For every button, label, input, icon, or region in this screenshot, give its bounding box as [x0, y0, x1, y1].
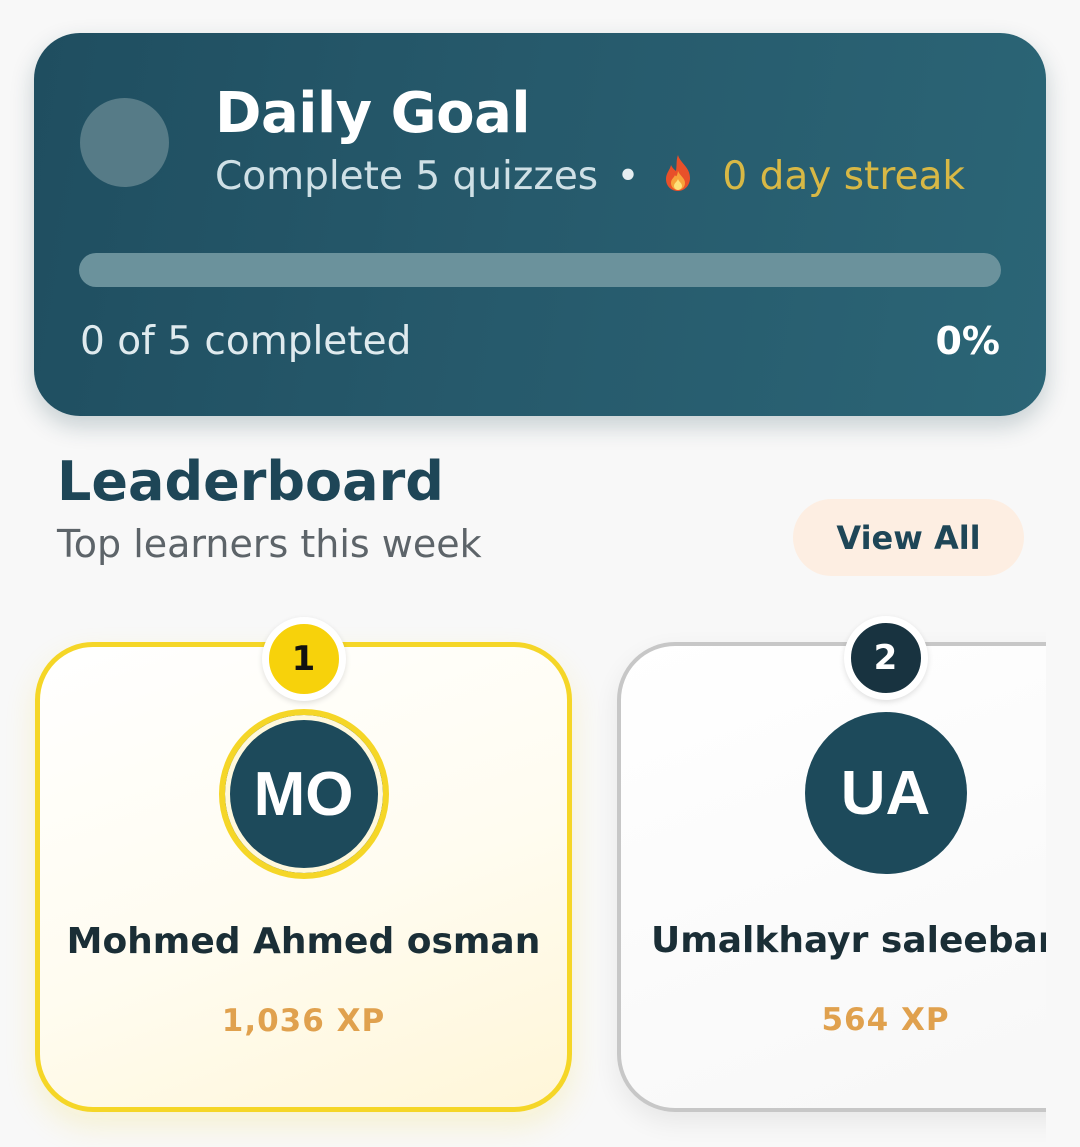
leaderboard-subtitle: Top learners this week: [57, 522, 482, 566]
rank-badge: 2: [843, 616, 928, 700]
leaderboard-title: Leaderboard: [57, 450, 444, 513]
streak-text: 0 day streak: [722, 154, 965, 199]
fire-icon: [665, 155, 690, 191]
daily-goal-title: Daily Goal: [215, 81, 531, 146]
goal-icon-placeholder: [80, 98, 169, 187]
view-all-button[interactable]: View All: [793, 499, 1024, 576]
learner-name: Umalkhayr saleeban: [651, 920, 1046, 961]
goal-description: Complete 5 quizzes: [215, 154, 599, 199]
learner-xp: 564 XP: [821, 1002, 950, 1038]
leaderboard-carousel[interactable]: 1 MO Mohmed Ahmed osman 1,036 XP 2 UA Um…: [0, 600, 1046, 1147]
avatar: MO: [218, 709, 389, 879]
learner-xp: 1,036 XP: [221, 1003, 386, 1039]
leaderboard-card[interactable]: 1 MO Mohmed Ahmed osman 1,036 XP: [35, 617, 572, 1112]
home-screen: Daily Goal Complete 5 quizzes • 0 day st…: [0, 0, 1080, 1147]
rank-badge: 1: [261, 617, 346, 701]
progress-count-text: 0 of 5 completed: [80, 319, 412, 364]
learner-name: Mohmed Ahmed osman: [66, 921, 541, 962]
daily-goal-card[interactable]: Daily Goal Complete 5 quizzes • 0 day st…: [34, 33, 1046, 416]
avatar: UA: [804, 712, 967, 874]
separator-dot: •: [616, 154, 640, 199]
daily-goal-progress-bar: [79, 253, 1001, 287]
daily-goal-subtitle: Complete 5 quizzes • 0 day streak: [215, 153, 965, 199]
progress-percent: 0%: [935, 319, 1000, 363]
leaderboard-card[interactable]: 2 UA Umalkhayr saleeban 564 XP: [617, 616, 1046, 1112]
